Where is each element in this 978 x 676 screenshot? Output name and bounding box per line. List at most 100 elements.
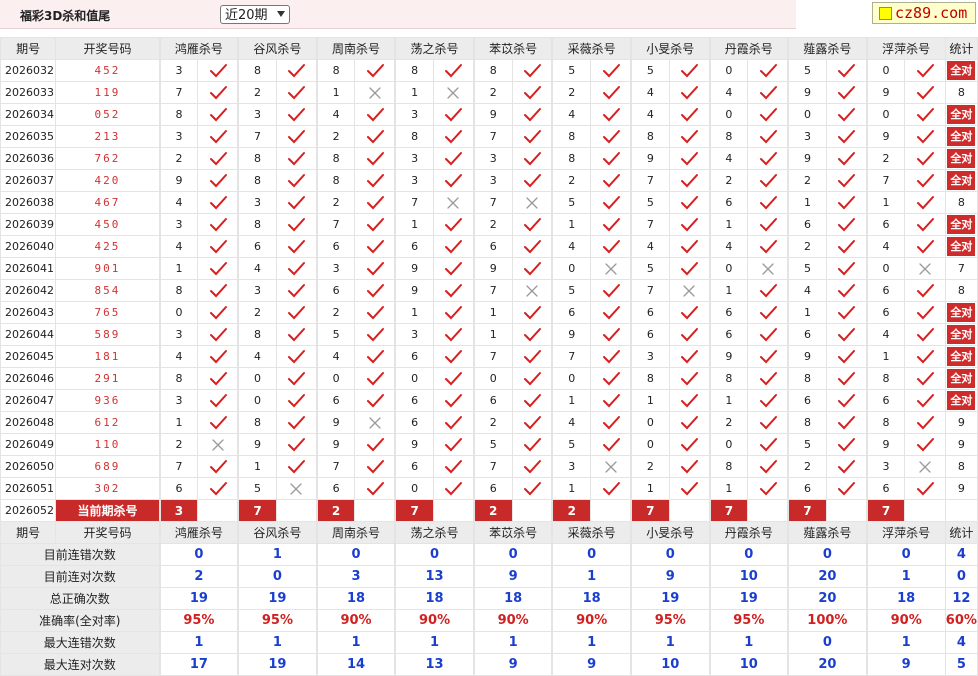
summary-value: 0 (629, 543, 711, 566)
check-icon (524, 239, 541, 253)
kill-value: 8 (629, 125, 670, 148)
kill-value: 4 (158, 191, 199, 214)
check-icon (759, 415, 777, 429)
hit-cell (747, 345, 789, 368)
check-icon (288, 349, 306, 363)
summary-value: 9 (472, 565, 553, 588)
summary-value: 20 (787, 565, 868, 588)
check-icon (838, 305, 856, 319)
summary-value: 90% (394, 609, 475, 632)
kill-value: 4 (237, 345, 277, 368)
row-stat: 9 (944, 433, 978, 456)
period-cell: 2026045 (0, 345, 57, 368)
header-expert: 采薇杀号 (551, 521, 632, 544)
hit-cell (354, 301, 396, 324)
miss-cell (904, 455, 946, 478)
hit-cell (590, 191, 632, 214)
check-icon (524, 173, 541, 187)
hit-cell (668, 411, 711, 434)
title-bar: 福彩3D杀和值尾 近20期 (0, 0, 796, 29)
header-expert: 小旻杀号 (629, 521, 711, 544)
check-icon (209, 261, 227, 275)
hit-cell (433, 345, 475, 368)
hit-cell (747, 455, 789, 478)
header-expert: 浮萍杀号 (865, 521, 946, 544)
all-correct-badge: 全对 (947, 149, 976, 168)
kill-value: 5 (315, 323, 356, 346)
kill-value: 5 (551, 191, 592, 214)
hit-cell (668, 59, 711, 82)
kill-value: 7 (315, 213, 356, 236)
check-icon (524, 85, 541, 99)
header-expert: 丹霞杀号 (708, 521, 789, 544)
summary-value: 100% (787, 609, 868, 632)
kill-value: 9 (787, 81, 827, 104)
current-kill-number: 2 (315, 499, 356, 522)
draw-numbers: 291 (55, 367, 161, 390)
hit-cell (825, 59, 868, 82)
kill-value: 7 (551, 345, 592, 368)
draw-numbers: 110 (55, 433, 161, 456)
summary-label: 最大连错次数 (0, 631, 161, 654)
hit-cell (825, 213, 868, 236)
check-icon (524, 393, 541, 407)
kill-value: 1 (865, 345, 906, 368)
hit-cell (590, 389, 632, 412)
all-correct-badge: 全对 (947, 215, 976, 234)
check-icon (366, 217, 384, 231)
summary-value: 1 (629, 631, 711, 654)
check-icon (917, 371, 935, 385)
kill-value: 8 (865, 411, 906, 434)
check-icon (838, 327, 856, 341)
hit-cell (668, 301, 711, 324)
cross-icon (762, 262, 774, 275)
kill-value: 9 (629, 147, 670, 170)
site-logo[interactable]: cz89.com (872, 2, 976, 24)
period-cell: 2026035 (0, 125, 57, 148)
kill-value: 2 (472, 213, 513, 236)
kill-value: 6 (158, 477, 199, 500)
hit-count: 8 (957, 284, 965, 297)
hit-cell (354, 257, 396, 280)
check-icon (288, 85, 306, 99)
hit-count: 9 (957, 416, 965, 429)
hit-cell (354, 389, 396, 412)
check-icon (838, 151, 856, 165)
check-icon (681, 63, 699, 77)
hit-cell (668, 345, 711, 368)
period-select[interactable]: 近20期 (220, 5, 290, 24)
kill-value: 8 (315, 169, 356, 192)
current-kill-blank (354, 499, 396, 522)
check-icon (759, 151, 777, 165)
summary-value: 0 (237, 565, 318, 588)
check-icon (681, 305, 699, 319)
kill-value: 0 (865, 257, 906, 280)
check-icon (681, 371, 699, 385)
current-kill-number: 7 (865, 499, 906, 522)
summary-stat: 4 (944, 631, 978, 654)
header-expert: 鸿雁杀号 (158, 37, 239, 60)
hit-cell (275, 191, 318, 214)
cross-icon (447, 86, 460, 99)
check-icon (681, 415, 699, 429)
hit-cell (590, 279, 632, 302)
check-icon (209, 305, 227, 319)
period-cell: 2026051 (0, 477, 57, 500)
hit-cell (197, 147, 239, 170)
check-icon (209, 393, 227, 407)
hit-cell (197, 323, 239, 346)
kill-value: 4 (629, 81, 670, 104)
check-icon (209, 173, 227, 187)
kill-value: 3 (158, 389, 199, 412)
check-icon (366, 327, 384, 341)
kill-value: 8 (865, 367, 906, 390)
table-row: 2026050 689 7 1 7 6 7 3 2 8 2 3 8 (0, 455, 978, 478)
miss-cell (590, 455, 632, 478)
cross-icon (369, 416, 381, 429)
check-icon (445, 283, 463, 297)
hit-cell (511, 477, 553, 500)
kill-value: 6 (708, 301, 749, 324)
row-stat: 8 (944, 191, 978, 214)
row-stat: 9 (944, 411, 978, 434)
cross-icon (526, 284, 538, 297)
